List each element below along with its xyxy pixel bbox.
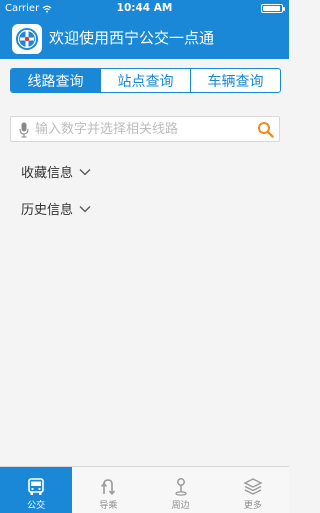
tab-stop-query[interactable]: 站点查询 [101, 69, 191, 92]
battery-icon [261, 4, 285, 13]
search-icon[interactable] [257, 121, 274, 138]
tab-line-query[interactable]: 线路查询 [11, 69, 101, 92]
history-label: 历史信息 [21, 203, 74, 218]
search-input[interactable] [35, 119, 255, 139]
tabbar-item-nearby[interactable]: 周边 [145, 467, 217, 513]
bottom-tab-bar: 公交 导乘 周边 更多 [0, 466, 289, 513]
tabbar-item-more[interactable]: 更多 [217, 467, 289, 513]
tabbar-label: 公交 [27, 501, 46, 511]
chevron-down-icon [79, 168, 91, 175]
page-title: 欢迎使用西宁公交一点通 [49, 29, 215, 47]
tab-vehicle-query[interactable]: 车辆查询 [191, 69, 280, 92]
bus-logo-icon [12, 24, 42, 54]
app-header: Carrier 10:44 AM 欢迎使用西宁公交一点通 [0, 0, 289, 59]
search-bar [10, 116, 280, 142]
history-section-toggle[interactable]: 历史信息 [21, 199, 91, 218]
favorites-section-toggle[interactable]: 收藏信息 [21, 162, 91, 181]
tabbar-item-route[interactable]: 导乘 [72, 467, 144, 513]
favorites-label: 收藏信息 [21, 166, 74, 181]
tabbar-label: 导乘 [99, 501, 118, 511]
tabbar-item-bus[interactable]: 公交 [0, 467, 73, 513]
route-icon [97, 476, 119, 498]
tabbar-label: 周边 [171, 501, 190, 511]
map-pin-icon [170, 476, 192, 498]
layers-icon [242, 476, 264, 498]
microphone-icon[interactable] [19, 122, 29, 138]
tabbar-label: 更多 [243, 501, 262, 511]
query-segmented-control: 线路查询 站点查询 车辆查询 [10, 68, 281, 93]
chevron-down-icon [79, 205, 91, 212]
bus-icon [25, 476, 47, 498]
status-time: 10:44 AM [116, 2, 173, 14]
status-bar: Carrier 10:44 AM [0, 0, 289, 17]
